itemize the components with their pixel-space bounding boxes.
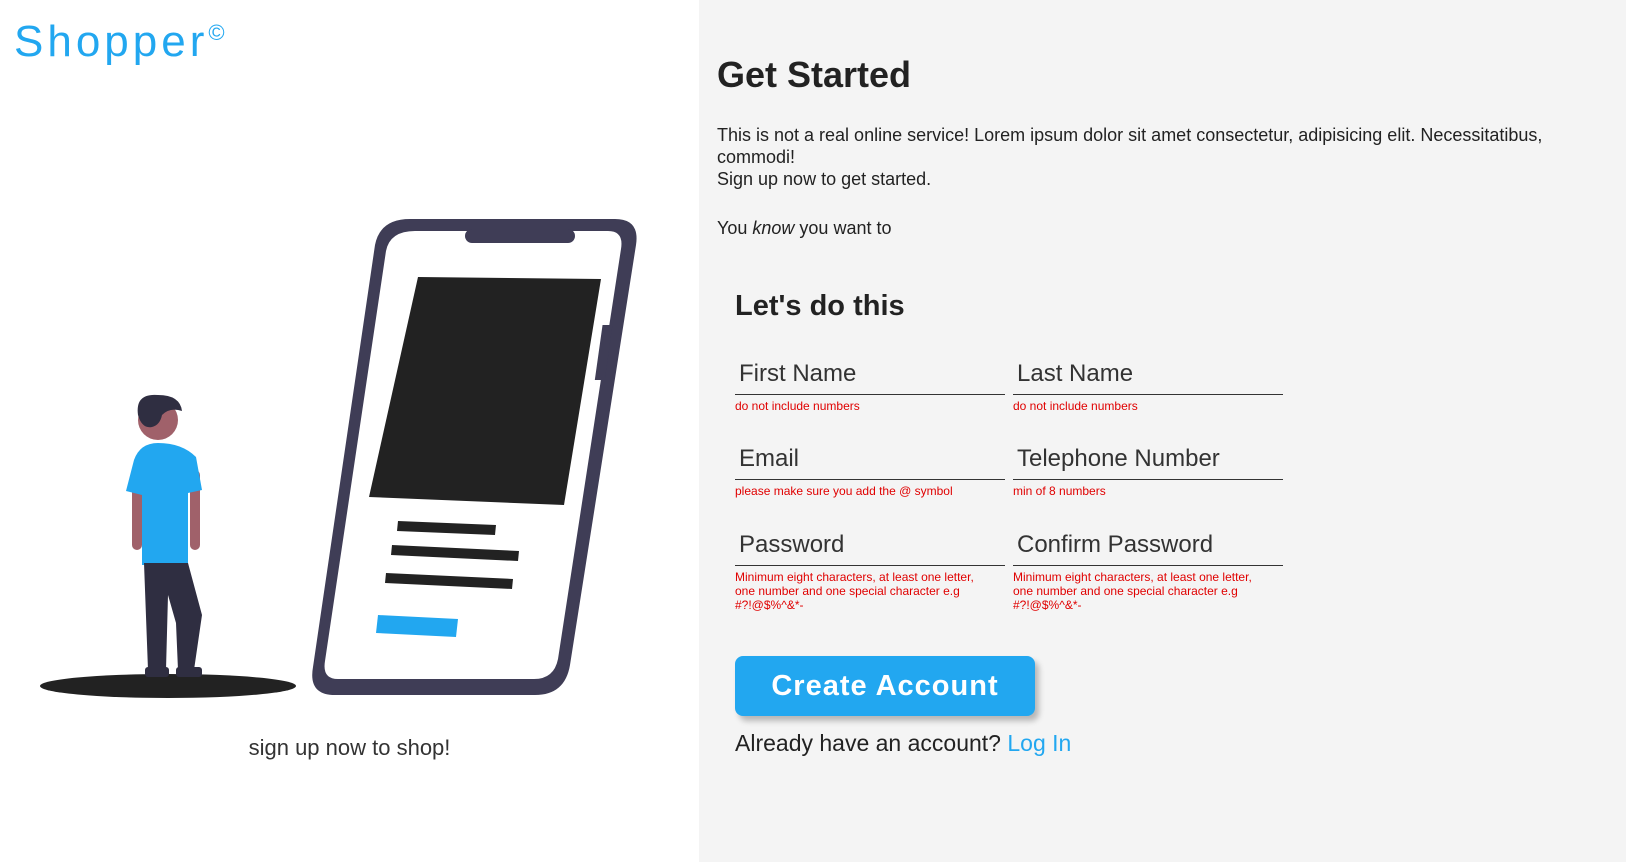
login-prompt-line: Already have an account? Log In bbox=[735, 730, 1071, 757]
form-title: Let's do this bbox=[735, 290, 905, 322]
know-prefix: You bbox=[717, 218, 753, 238]
left-panel: Shopper© sign up now to shop! bbox=[0, 0, 699, 862]
signup-page: Shopper© sign up now to shop! Get Starte… bbox=[0, 0, 1626, 862]
intro-line-1: This is not a real online service! Lorem… bbox=[717, 125, 1543, 167]
intro-line-2: Sign up now to get started. bbox=[717, 169, 932, 189]
confirm-password-input[interactable] bbox=[1013, 525, 1283, 566]
last-name-input[interactable] bbox=[1013, 354, 1283, 395]
page-title: Get Started bbox=[717, 54, 912, 95]
last-name-group: do not include numbers bbox=[1013, 354, 1283, 413]
create-account-button[interactable]: Create Account bbox=[735, 656, 1035, 716]
person-figure bbox=[126, 394, 202, 677]
password-input[interactable] bbox=[735, 525, 1005, 566]
know-suffix: you want to bbox=[794, 218, 892, 238]
brand-logo[interactable]: Shopper© bbox=[14, 20, 225, 64]
password-hint: Minimum eight characters, at least one l… bbox=[735, 570, 974, 612]
telephone-group: min of 8 numbers bbox=[1013, 439, 1283, 498]
first-name-input[interactable] bbox=[735, 354, 1005, 395]
brand-name: Shopper bbox=[14, 17, 209, 66]
intro-text: This is not a real online service! Lorem… bbox=[717, 124, 1597, 190]
email-input[interactable] bbox=[735, 439, 1005, 480]
login-link[interactable]: Log In bbox=[1007, 730, 1071, 756]
login-prompt: Already have an account? bbox=[735, 730, 1001, 756]
last-name-hint: do not include numbers bbox=[1013, 399, 1138, 413]
telephone-input[interactable] bbox=[1013, 439, 1283, 480]
confirm-password-hint: Minimum eight characters, at least one l… bbox=[1013, 570, 1252, 612]
signup-tagline: sign up now to shop! bbox=[248, 735, 451, 760]
password-group: Minimum eight characters, at least one l… bbox=[735, 525, 1005, 612]
know-line: You know you want to bbox=[717, 218, 891, 239]
first-name-group: do not include numbers bbox=[735, 354, 1005, 413]
telephone-hint: min of 8 numbers bbox=[1013, 484, 1106, 498]
signup-form: Let's do this do not include numbers do … bbox=[735, 290, 1315, 756]
email-group: please make sure you add the @ symbol bbox=[735, 439, 1005, 498]
right-panel: Get Started This is not a real online se… bbox=[699, 0, 1626, 862]
copyright-mark: © bbox=[208, 20, 225, 45]
signup-illustration bbox=[40, 219, 637, 698]
phone-icon bbox=[312, 219, 637, 695]
confirm-password-group: Minimum eight characters, at least one l… bbox=[1013, 525, 1283, 612]
email-hint: please make sure you add the @ symbol bbox=[735, 484, 953, 498]
first-name-hint: do not include numbers bbox=[735, 399, 860, 413]
ground-shadow bbox=[40, 674, 296, 698]
know-word: know bbox=[752, 218, 795, 238]
